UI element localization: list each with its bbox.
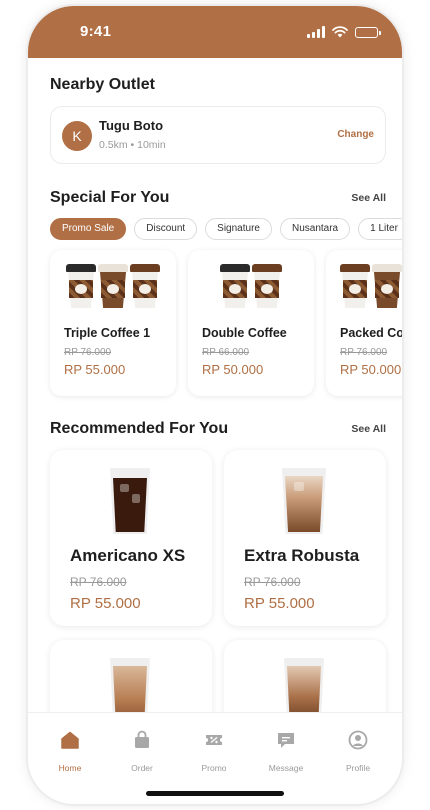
shopping-bag-icon [135,730,149,748]
special-product-card[interactable]: Double Coffee RP 66.000 RP 50.000 [188,250,314,396]
recommended-title: Recommended For You [50,420,229,437]
product-old-price: RP 66.000 [202,347,250,358]
filter-chip-promo-sale[interactable]: Promo Sale [50,218,127,240]
filter-chip-nusantara[interactable]: Nusantara [279,218,351,240]
special-see-all-link[interactable]: See All [351,192,386,204]
product-old-price: RP 76.000 [340,347,388,358]
special-products-row[interactable]: Triple Coffee 1 RP 76.000 RP 55.000 Doub… [50,250,402,400]
recommended-product-card[interactable]: Americano XS RP 76.000 RP 55.000 [50,450,212,626]
product-name: Packed Co [340,326,402,340]
nav-promo-label: Promo [201,763,227,773]
product-old-price: RP 76.000 [70,575,127,589]
filter-chips: Promo Sale Discount Signature Nusantara … [50,218,402,240]
filter-chip-signature[interactable]: Signature [205,218,272,240]
outlet-card[interactable]: K Tugu Boto 0.5km • 10min Change [50,106,386,164]
battery-icon [355,26,381,38]
product-name: Americano XS [70,546,186,565]
product-name: Triple Coffee 1 [64,326,151,340]
product-price: RP 50.000 [340,362,402,377]
nav-profile[interactable]: Profile [328,729,388,773]
chat-bubble-icon [278,733,294,748]
outlet-name: Tugu Boto [99,118,164,133]
special-product-card[interactable]: Packed Co RP 76.000 RP 50.000 [326,250,402,396]
product-price: RP 50.000 [202,362,264,377]
special-product-card[interactable]: Triple Coffee 1 RP 76.000 RP 55.000 [50,250,176,396]
status-time: 9:41 [80,23,112,40]
nav-order-label: Order [131,763,153,773]
nav-profile-label: Profile [345,763,371,773]
product-name: Extra Robusta [244,546,360,565]
packed-coffee-image [326,264,402,310]
user-circle-icon [348,730,368,750]
nav-order[interactable]: Order [112,729,172,773]
change-outlet-button[interactable]: Change [337,129,374,140]
recommended-product-card[interactable] [224,640,386,718]
discount-ticket-icon [206,735,222,745]
iced-latte-image [110,658,150,718]
nearby-outlet-title: Nearby Outlet [50,76,155,93]
nav-promo[interactable]: Promo [184,729,244,773]
product-price: RP 55.000 [64,362,126,377]
product-old-price: RP 76.000 [64,347,112,358]
outlet-separator: • [130,139,135,151]
filter-chip-discount[interactable]: Discount [134,218,198,240]
recommended-see-all-link[interactable]: See All [351,423,386,435]
product-price: RP 55.000 [70,595,141,612]
double-coffee-image [188,264,314,310]
special-for-you-title: Special For You [50,189,170,206]
wifi-icon [332,26,348,38]
status-bar: 9:41 [28,6,402,58]
home-icon [61,731,79,749]
home-indicator [146,791,284,796]
recommended-product-card[interactable] [50,640,212,718]
nav-message[interactable]: Message [256,729,316,773]
home-content[interactable]: Nearby Outlet K Tugu Boto 0.5km • 10min … [28,58,402,718]
iced-coffee-image [284,658,324,718]
phone-frame: 9:41 Nearby Outlet K Tugu Boto 0.5km • 1… [28,6,402,804]
nav-home-label: Home [58,763,82,773]
outlet-distance: 0.5km [99,139,128,151]
americano-image [110,468,150,534]
outlet-duration: 10min [137,139,166,151]
triple-coffee-image [50,264,176,310]
nav-message-label: Message [268,763,304,773]
extra-robusta-image [282,468,326,534]
recommended-product-card[interactable]: Extra Robusta RP 76.000 RP 55.000 [224,450,386,626]
product-price: RP 55.000 [244,595,315,612]
bottom-navigation: Home Order Promo Message Profile [28,712,402,804]
status-icons [307,26,381,38]
outlet-meta: 0.5km • 10min [99,139,166,151]
nav-home[interactable]: Home [40,729,100,773]
filter-chip-1-liter[interactable]: 1 Liter [358,218,402,240]
outlet-avatar: K [62,121,92,151]
cellular-signal-icon [307,26,325,38]
product-name: Double Coffee [202,326,287,340]
product-old-price: RP 76.000 [244,575,301,589]
